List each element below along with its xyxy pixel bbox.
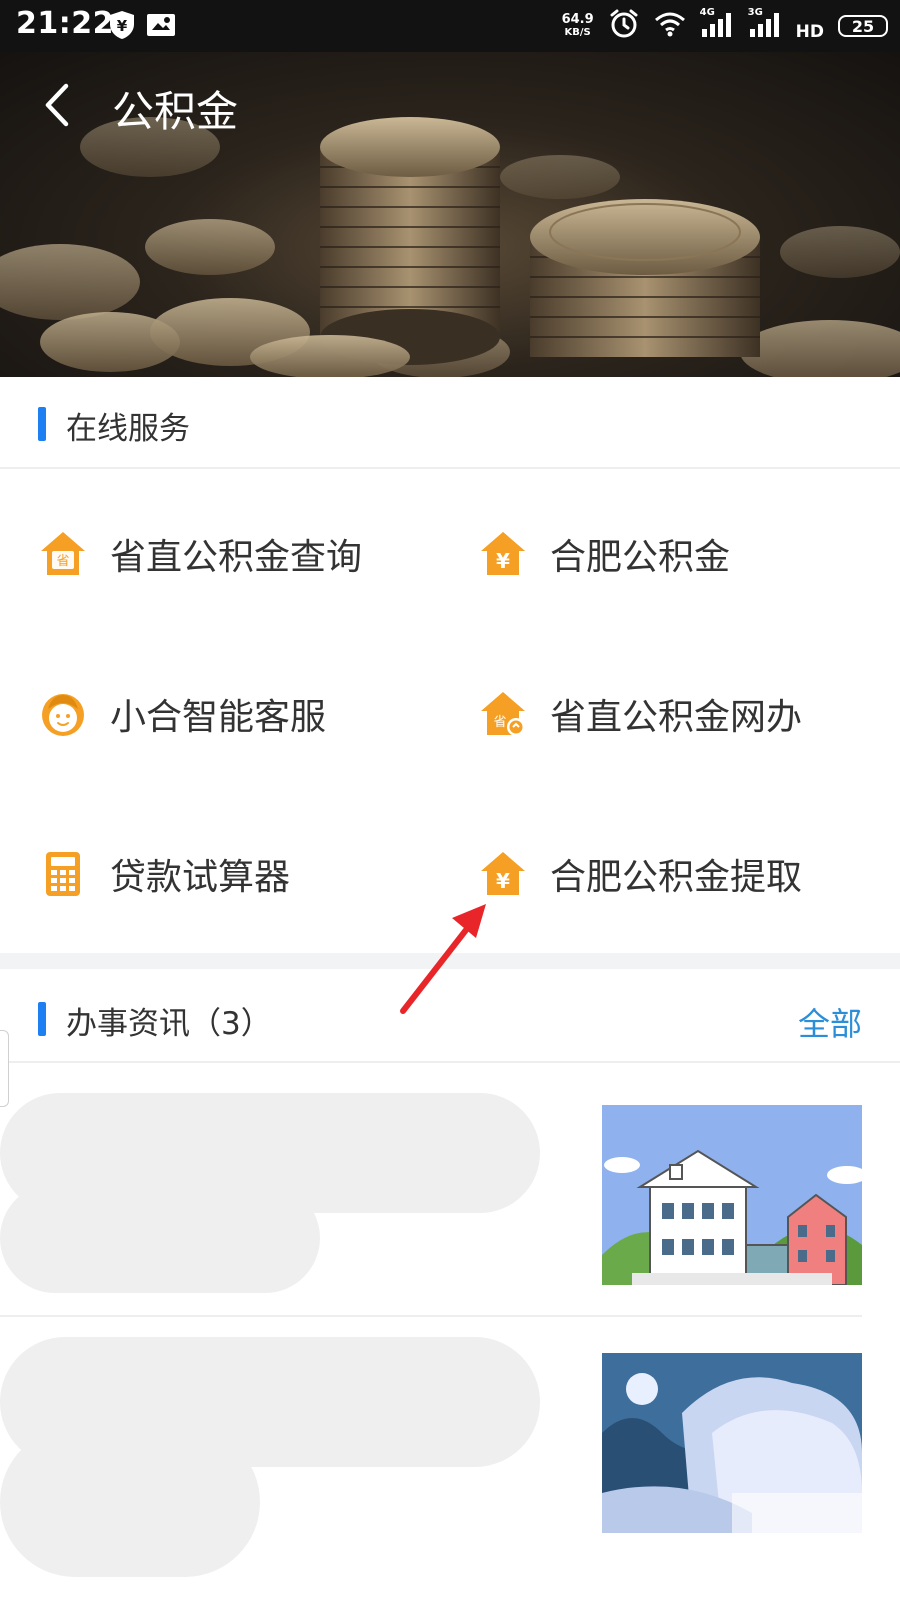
shield-yuan-icon: ¥	[108, 10, 136, 44]
battery-level: 25	[851, 16, 875, 36]
house-sheng-icon: 省	[38, 529, 88, 579]
service-smart-assistant[interactable]: 小合智能客服	[38, 674, 326, 754]
hd-voice-indicator: HD	[796, 22, 824, 42]
news-item[interactable]	[0, 1063, 900, 1315]
redacted-text	[0, 1427, 260, 1577]
alarm-icon	[608, 8, 640, 44]
signal-4g-label: 4G	[699, 6, 715, 18]
header-banner: 公积金	[0, 52, 900, 377]
house-yuan-icon: ¥	[478, 849, 528, 899]
status-bar: 21:22 ¥ 64.9 KB/S 4G 3G HD 25	[0, 0, 900, 52]
house-illustration-image	[602, 1105, 862, 1285]
chevron-left-icon	[45, 83, 69, 127]
net-speed-value: 64.9	[561, 12, 594, 27]
redacted-text	[0, 1183, 320, 1293]
online-services-title: 在线服务	[66, 411, 190, 447]
online-services-section: 在线服务 省 省直公积金查询 ¥ 合肥公积金 小合智能客服 省 省直公积金网办 …	[0, 377, 900, 953]
news-item[interactable]	[0, 1317, 900, 1600]
house-yuan-icon: ¥	[478, 529, 528, 579]
winter-landscape-image	[602, 1353, 862, 1533]
net-speed: 64.9 KB/S	[562, 13, 594, 39]
svg-text:省: 省	[493, 715, 506, 730]
service-loan-calculator[interactable]: 贷款试算器	[38, 834, 290, 914]
service-label: 省直公积金查询	[110, 537, 363, 578]
news-title: 办事资讯（3）	[66, 1006, 272, 1042]
section-divider	[0, 467, 900, 469]
service-hefei-fund[interactable]: ¥ 合肥公积金	[478, 514, 730, 594]
svg-text:¥: ¥	[496, 549, 510, 573]
page-title: 公积金	[112, 87, 239, 136]
service-label: 合肥公积金提取	[550, 857, 803, 898]
online-services-header: 在线服务	[0, 377, 900, 467]
hd-label: HD	[795, 22, 824, 42]
image-notification-icon	[146, 13, 176, 41]
status-right-icons: 64.9 KB/S 4G 3G HD 25	[562, 6, 888, 46]
net-speed-unit: KB/S	[564, 27, 591, 38]
news-section: 办事资讯（3） 全部	[0, 969, 900, 1600]
signal-4g-icon: 4G	[700, 7, 734, 42]
section-accent-bar	[38, 1002, 46, 1036]
house-online-icon: 省	[478, 689, 528, 739]
edge-handle[interactable]	[0, 1030, 9, 1107]
svg-text:省: 省	[56, 554, 69, 569]
news-header: 办事资讯（3） 全部	[0, 969, 900, 1059]
service-label: 贷款试算器	[110, 857, 291, 898]
news-thumbnail	[602, 1105, 862, 1285]
service-label: 小合智能客服	[110, 697, 327, 738]
back-button[interactable]	[34, 80, 84, 130]
status-time: 21:22	[16, 6, 114, 41]
section-accent-bar	[38, 407, 46, 441]
service-hefei-withdraw[interactable]: ¥ 合肥公积金提取	[478, 834, 802, 914]
svg-text:¥: ¥	[117, 17, 128, 35]
view-all-link[interactable]: 全部	[798, 999, 862, 1045]
battery-indicator: 25	[838, 15, 888, 37]
service-sheng-zhi-query[interactable]: 省 省直公积金查询	[38, 514, 362, 594]
svg-text:¥: ¥	[496, 869, 510, 893]
calculator-icon	[38, 849, 88, 899]
service-label: 省直公积金网办	[550, 697, 803, 738]
wifi-icon	[654, 10, 686, 42]
screen: 21:22 ¥ 64.9 KB/S 4G 3G HD 25 公积金 在线服务 省…	[0, 0, 900, 1600]
assistant-face-icon	[38, 689, 88, 739]
news-thumbnail	[602, 1353, 862, 1533]
signal-3g-icon: 3G	[748, 7, 782, 42]
signal-3g-label: 3G	[747, 6, 763, 18]
service-label: 合肥公积金	[550, 537, 731, 578]
service-sheng-zhi-online[interactable]: 省 省直公积金网办	[478, 674, 802, 754]
